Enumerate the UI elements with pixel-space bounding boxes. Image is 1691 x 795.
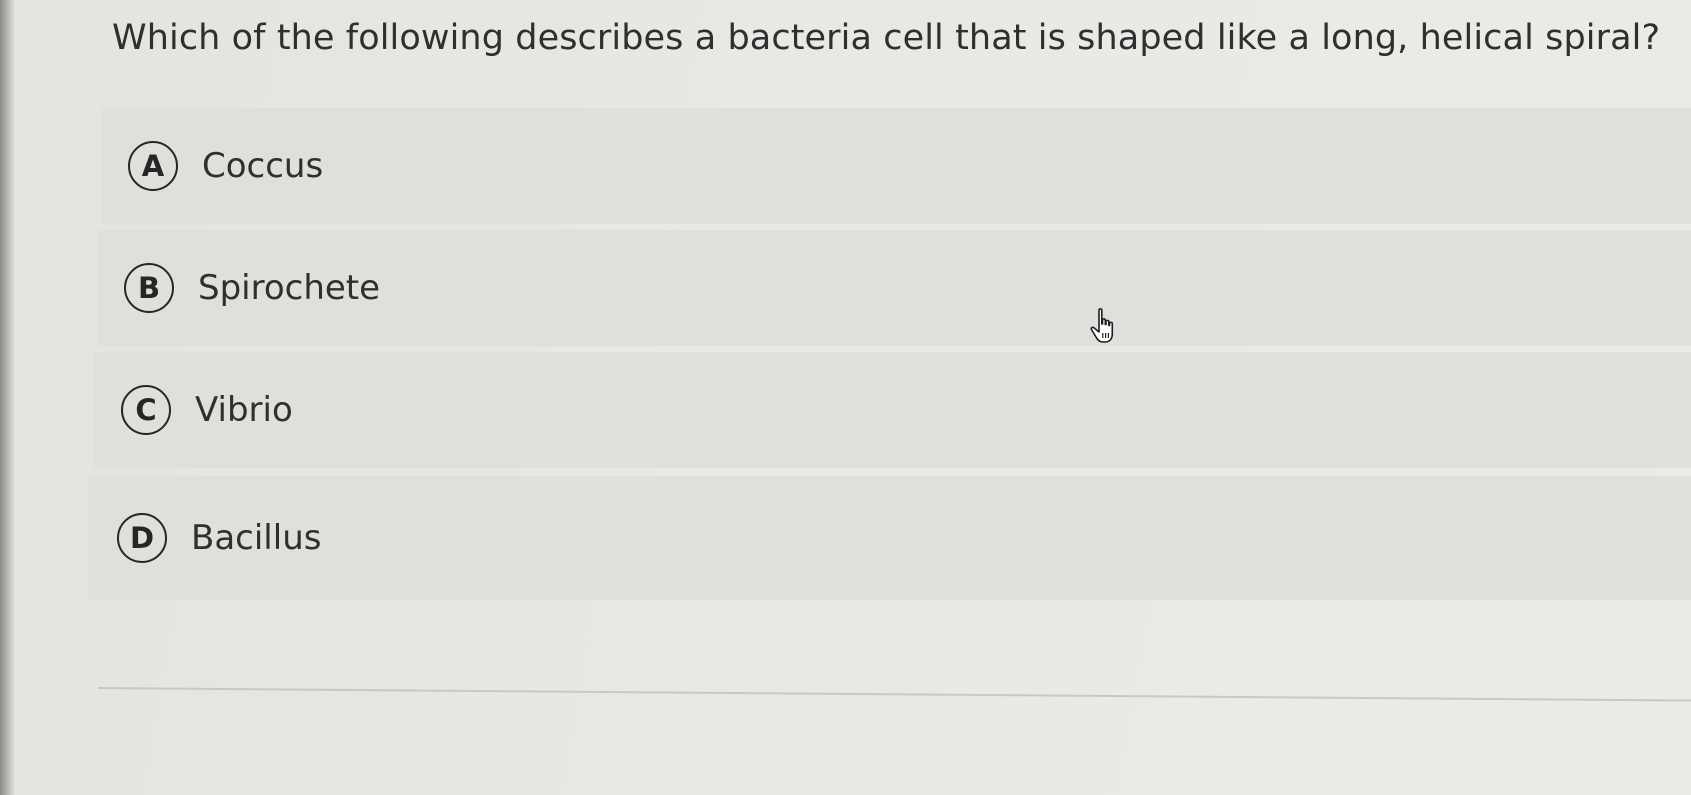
option-a-label: Coccus [202, 146, 324, 186]
hand-pointer-icon [1090, 308, 1114, 343]
option-a[interactable]: A Coccus [102, 108, 1691, 224]
question-text: Which of the following describes a bacte… [112, 18, 1661, 58]
screen-edge-shadow [0, 0, 14, 795]
section-divider [97, 687, 1691, 702]
option-a-letter-circle: A [128, 141, 178, 191]
option-d[interactable]: D Bacillus [88, 476, 1691, 600]
option-c-letter-circle: C [121, 385, 171, 435]
option-b[interactable]: B Spirochete [98, 230, 1691, 346]
option-d-letter-circle: D [117, 513, 167, 563]
option-b-label: Spirochete [198, 268, 381, 308]
option-b-letter-circle: B [124, 263, 174, 313]
option-c[interactable]: C Vibrio [94, 352, 1691, 468]
option-c-label: Vibrio [195, 390, 293, 430]
option-d-label: Bacillus [191, 518, 322, 558]
